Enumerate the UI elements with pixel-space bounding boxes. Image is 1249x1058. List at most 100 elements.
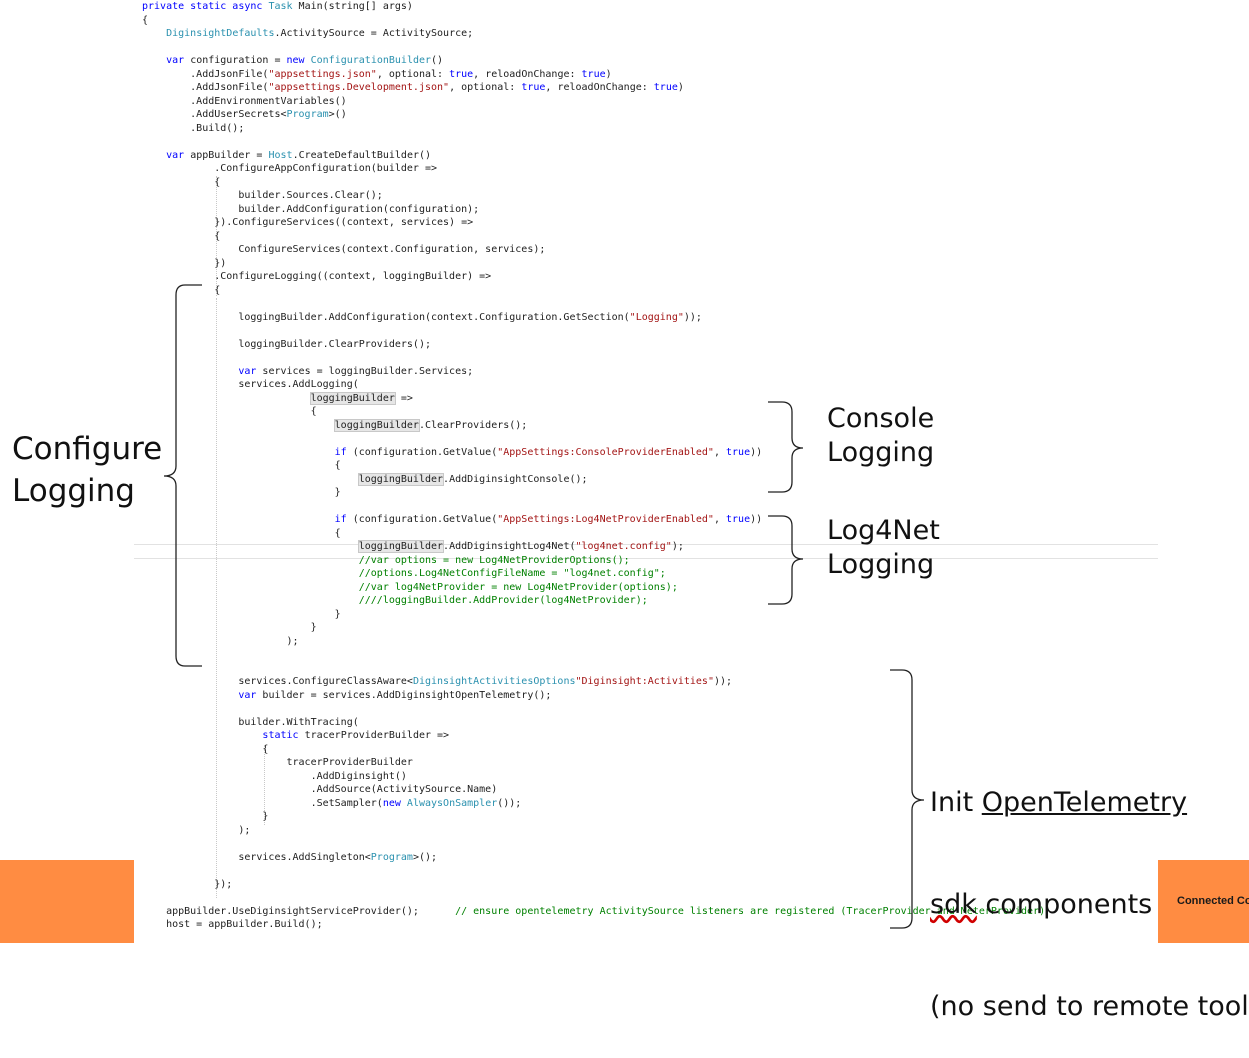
code-line[interactable]: .AddDiginsight() [142,770,1045,784]
code-line[interactable] [142,837,1045,851]
code-line[interactable]: services.ConfigureClassAware<DiginsightA… [142,675,1045,689]
code-line[interactable]: .AddUserSecrets<Program>() [142,108,1045,122]
code-line[interactable]: builder.WithTracing( [142,716,1045,730]
code-line[interactable]: tracerProviderBuilder [142,756,1045,770]
code-line[interactable]: loggingBuilder.AddConfiguration(context.… [142,311,1045,325]
code-line[interactable]: { [142,230,1045,244]
code-token: .AddUserSecrets< [142,109,287,120]
code-token: AlwaysOnSampler [406,797,498,809]
code-token: ); [671,541,684,552]
code-line[interactable]: }) [142,257,1045,271]
code-line[interactable]: { [142,284,1045,298]
code-line[interactable]: }); [142,878,1045,892]
code-line[interactable]: ConfigureServices(context.Configuration,… [142,243,1045,257]
code-line[interactable]: }).ConfigureServices((context, services)… [142,216,1045,230]
code-line[interactable]: } [142,608,1045,622]
code-line[interactable]: builder.AddConfiguration(configuration); [142,203,1045,217]
code-token: ConfigureServices(context.Configuration,… [142,244,546,255]
code-line[interactable]: loggingBuilder.ClearProviders(); [142,338,1045,352]
code-token: "appsettings.json" [268,68,377,80]
code-line[interactable]: { [142,14,1045,28]
code-token: Task [268,1,299,12]
code-line[interactable]: } [142,621,1045,635]
code-token: { [142,14,149,26]
code-line[interactable]: ); [142,824,1045,838]
code-line[interactable] [142,662,1045,676]
code-token: //options.Log4NetConfigFileName = "log4n… [358,568,666,579]
code-token: { [142,527,341,539]
code-line[interactable] [142,297,1045,311]
code-line[interactable] [142,135,1045,149]
code-token: true [521,82,546,93]
code-line[interactable] [142,500,1045,514]
code-line[interactable]: { [142,743,1045,757]
code-token: .SetSampler( [142,797,383,809]
code-token: Program [370,851,413,863]
code-token: .AddEnvironmentVariables() [142,95,347,107]
code-line[interactable]: appBuilder.UseDiginsightServiceProvider(… [142,905,1045,919]
code-token: .ActivitySource = ActivitySource; [274,28,474,39]
code-line[interactable]: static tracerProviderBuilder => [142,729,1045,743]
code-line[interactable] [142,324,1045,338]
code-token: true [653,82,678,93]
code-token: { [142,743,269,755]
code-line[interactable]: ); [142,635,1045,649]
code-line[interactable]: } [142,810,1045,824]
code-line[interactable]: .SetSampler(new AlwaysOnSampler()); [142,797,1045,811]
code-token: { [142,230,221,242]
code-line[interactable]: .ConfigureAppConfiguration(builder => [142,162,1045,176]
code-line[interactable] [142,648,1045,662]
code-line[interactable]: .ConfigureLogging((context, loggingBuild… [142,270,1045,284]
code-line[interactable]: services.AddSingleton<Program>(); [142,851,1045,865]
code-line[interactable]: host = appBuilder.Build(); [142,918,1045,932]
code-line[interactable]: DiginsightDefaults.ActivitySource = Acti… [142,27,1045,41]
code-token: .Build(); [142,122,245,134]
code-line[interactable]: .AddJsonFile("appsettings.json", optiona… [142,68,1045,82]
code-line[interactable]: private static async Task Main(string[] … [142,0,1045,14]
code-line[interactable] [142,891,1045,905]
code-token: .AddSource(ActivitySource.Name) [142,784,498,795]
code-line[interactable]: .AddEnvironmentVariables() [142,95,1045,109]
code-line[interactable]: var builder = services.AddDiginsightOpen… [142,689,1045,703]
code-token: builder.AddConfiguration(configuration); [142,203,480,215]
code-line[interactable] [142,351,1045,365]
code-token: )) [750,446,763,458]
code-token: .ConfigureAppConfiguration(builder => [142,163,438,174]
code-token: true [581,68,606,80]
code-token: Program [286,109,329,120]
code-token: new [382,797,407,809]
code-line[interactable] [142,41,1045,55]
code-token: services.ConfigureClassAware< [142,676,413,687]
code-token: , [713,514,727,525]
code-token: ConfigurationBuilder [310,55,432,66]
code-token: ) [677,82,684,93]
code-line[interactable]: .Build(); [142,122,1045,136]
code-line[interactable]: loggingBuilder.AddDiginsightConsole(); [142,472,1045,487]
code-line[interactable] [142,702,1045,716]
log4net-logging-label: Log4Net Logging [827,515,940,580]
code-line[interactable]: services.AddLogging( [142,378,1045,392]
code-line[interactable]: var appBuilder = Host.CreateDefaultBuild… [142,149,1045,163]
code-line[interactable]: var services = loggingBuilder.Services; [142,365,1045,379]
code-line[interactable]: builder.Sources.Clear(); [142,189,1045,203]
code-token: )); [713,676,733,687]
code-line[interactable] [142,864,1045,878]
code-line[interactable]: var configuration = new ConfigurationBui… [142,54,1045,68]
code-line[interactable]: { [142,176,1045,190]
code-token: , [713,446,727,458]
code-line[interactable]: .AddJsonFile("appsettings.Development.js… [142,81,1045,95]
code-line[interactable]: .AddSource(ActivitySource.Name) [142,783,1045,797]
code-token: loggingBuilder [357,472,445,486]
code-line[interactable]: } [142,486,1045,500]
code-token: >(); [412,851,438,863]
code-line[interactable]: //var log4NetProvider = new Log4NetProvi… [142,581,1045,595]
code-line[interactable]: ////loggingBuilder.AddProvider(log4NetPr… [142,594,1045,608]
code-token: loggingBuilder.ClearProviders(); [142,338,431,350]
